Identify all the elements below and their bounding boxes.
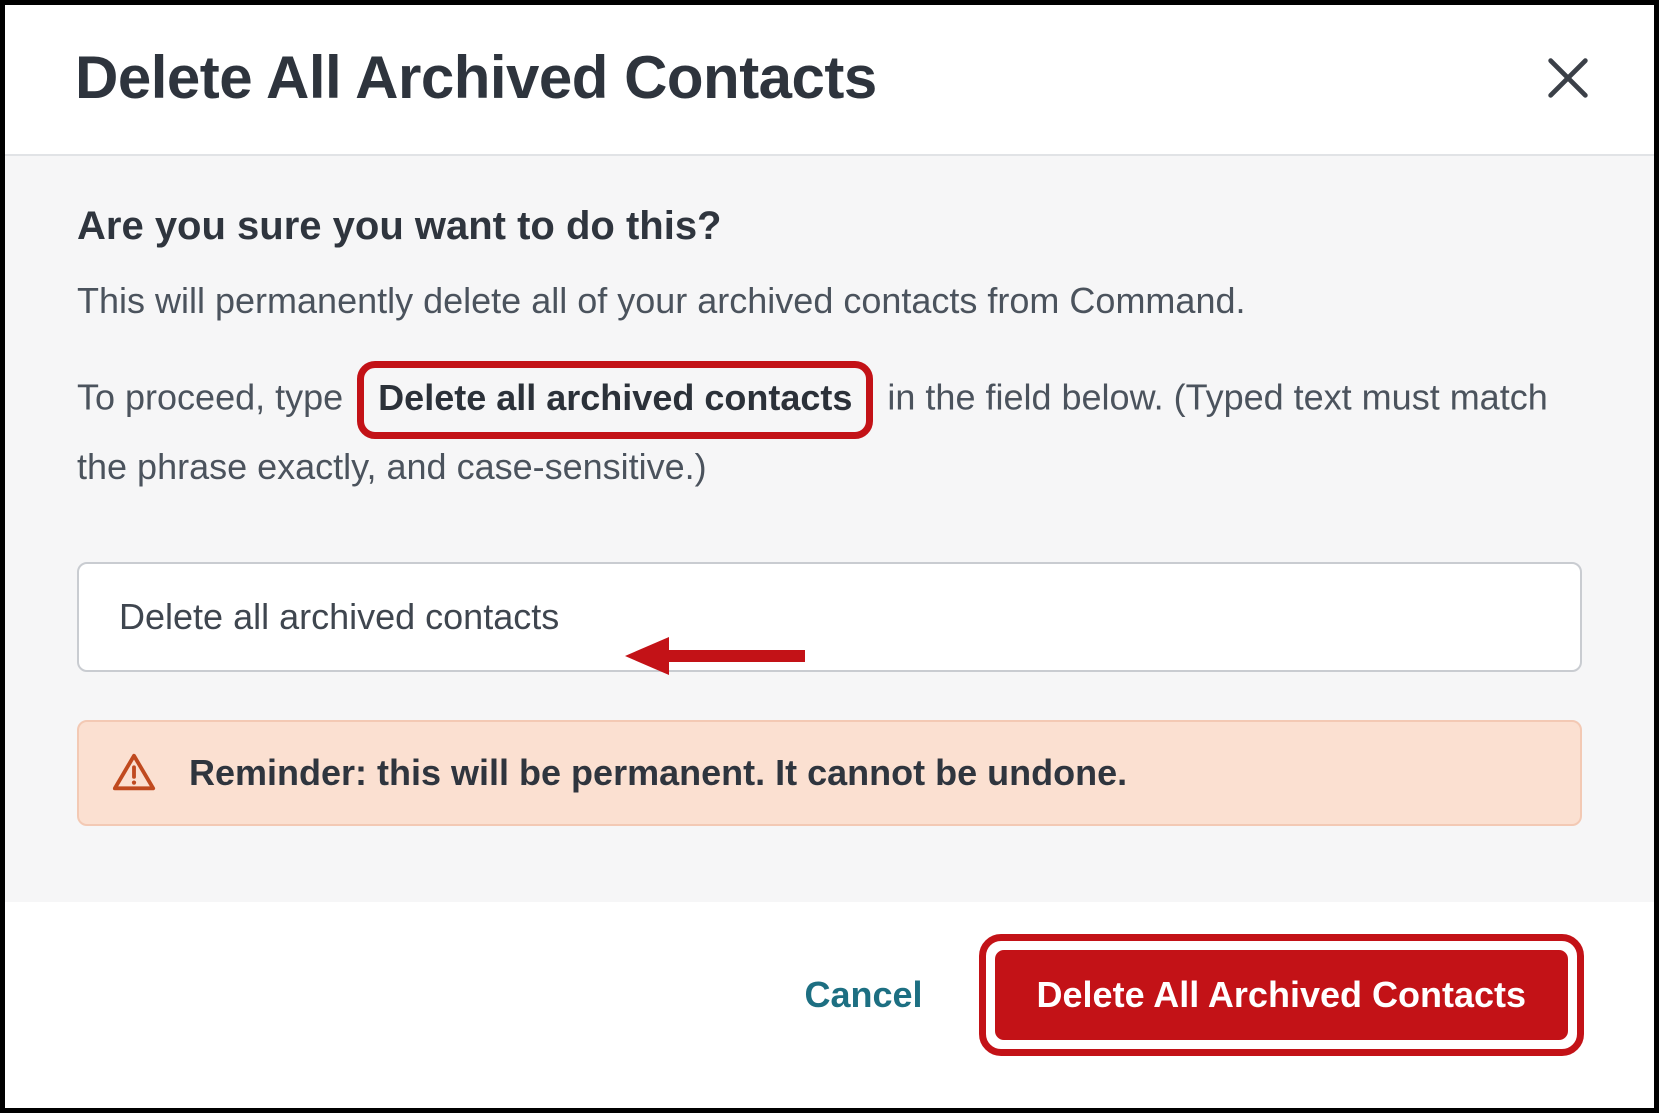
confirmation-input[interactable] [77, 562, 1582, 672]
type-to-confirm-instruction: To proceed, type Delete all archived con… [77, 361, 1582, 495]
close-button[interactable] [1542, 52, 1594, 104]
warning-triangle-icon [111, 750, 157, 796]
instruction-pre: To proceed, type [77, 376, 353, 417]
modal-title: Delete All Archived Contacts [75, 43, 877, 112]
modal-footer: Cancel Delete All Archived Contacts [5, 902, 1654, 1108]
permanent-warning-banner: Reminder: this will be permanent. It can… [77, 720, 1582, 826]
modal-body: Are you sure you want to do this? This w… [5, 156, 1654, 902]
delete-archived-contacts-modal: Delete All Archived Contacts Are you sur… [0, 0, 1659, 1113]
close-icon [1542, 52, 1594, 104]
cancel-button[interactable]: Cancel [804, 974, 922, 1016]
confirm-delete-button[interactable]: Delete All Archived Contacts [992, 947, 1571, 1043]
body-heading: Are you sure you want to do this? [77, 204, 1582, 249]
confirm-button-highlight: Delete All Archived Contacts [979, 934, 1584, 1056]
modal-header: Delete All Archived Contacts [5, 5, 1654, 154]
warning-text: Reminder: this will be permanent. It can… [189, 752, 1127, 794]
required-phrase-highlight: Delete all archived contacts [357, 361, 873, 439]
body-warning-text: This will permanently delete all of your… [77, 273, 1582, 329]
